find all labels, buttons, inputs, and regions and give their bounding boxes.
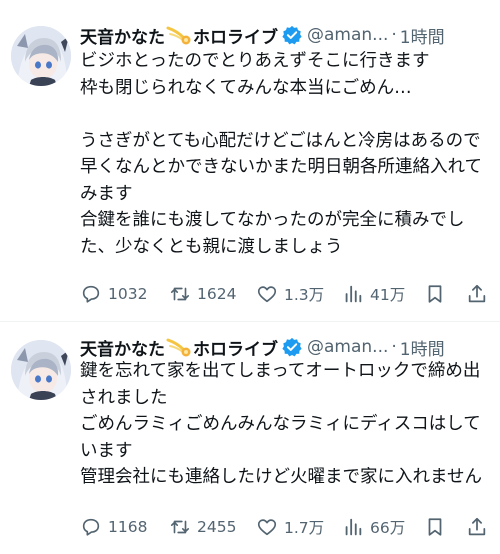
views-chart-icon	[345, 518, 362, 536]
author-name-suffix[interactable]: ホロライブ	[193, 23, 278, 48]
views-count: 66万	[370, 519, 406, 537]
bookmark-button[interactable]	[424, 514, 446, 540]
bookmark-icon	[428, 285, 442, 303]
tweet-1[interactable]: 天音かなた ホロライブ @aman... · 1時間 ビジホとったのでとりあえず…	[0, 0, 500, 322]
like-button[interactable]: 1.7万	[256, 514, 324, 540]
retweet-button[interactable]: 2455	[169, 514, 236, 540]
share-button[interactable]	[466, 514, 488, 540]
author-handle[interactable]: @aman...	[307, 337, 388, 357]
separator-dot: ·	[391, 25, 397, 45]
like-count: 1.7万	[284, 519, 325, 537]
retweet-icon	[170, 520, 190, 534]
share-icon	[468, 517, 486, 536]
bookmark-icon	[428, 518, 442, 536]
avatar-image	[11, 340, 71, 400]
author-name[interactable]: 天音かなた	[80, 335, 165, 360]
retweet-icon	[170, 287, 190, 301]
views-button[interactable]: 66万	[342, 514, 405, 540]
share-icon	[468, 284, 486, 303]
heart-icon	[257, 286, 277, 303]
tweet-header: 天音かなた ホロライブ @aman... · 1時間	[80, 334, 490, 360]
tweet-2[interactable]: 天音かなた ホロライブ @aman... · 1時間 鍵を忘れて家を出てしまって…	[0, 322, 500, 554]
verified-badge-icon	[282, 337, 302, 357]
views-button[interactable]: 41万	[342, 281, 405, 307]
reply-icon	[82, 518, 100, 536]
views-chart-icon	[345, 285, 362, 303]
avatar-image	[11, 26, 71, 86]
tweet-actions: 1168 2455 1.7万 66万	[80, 514, 492, 540]
bookmark-button[interactable]	[424, 281, 446, 307]
like-button[interactable]: 1.3万	[256, 281, 324, 307]
like-count: 1.3万	[284, 286, 325, 304]
separator-dot: ·	[391, 337, 397, 357]
reply-button[interactable]: 1168	[80, 514, 147, 540]
reply-icon	[82, 285, 100, 303]
retweet-count: 1624	[197, 285, 237, 303]
comet-emoji-icon	[166, 26, 191, 45]
tweet-text: 鍵を忘れて家を出てしまってオートロックで締め出されました ごめんラミィごめんみん…	[80, 361, 482, 487]
reply-count: 1032	[108, 285, 148, 303]
comet-emoji-icon	[166, 338, 191, 357]
heart-icon	[257, 519, 277, 536]
retweet-count: 2455	[197, 518, 237, 536]
tweet-header: 天音かなた ホロライブ @aman... · 1時間	[80, 22, 490, 48]
author-handle[interactable]: @aman...	[307, 25, 388, 45]
author-name-suffix[interactable]: ホロライブ	[193, 335, 278, 360]
retweet-button[interactable]: 1624	[169, 281, 236, 307]
timestamp[interactable]: 1時間	[400, 23, 445, 48]
tweet-actions: 1032 1624 1.3万 41万	[80, 281, 492, 307]
tweet-text: ビジホとったのでとりあえずそこに行きます 枠も閉じられなくてみんな本当にごめん……	[80, 51, 482, 257]
author-name[interactable]: 天音かなた	[80, 23, 165, 48]
share-button[interactable]	[466, 281, 488, 307]
timestamp[interactable]: 1時間	[400, 335, 445, 360]
reply-count: 1168	[108, 518, 148, 536]
avatar[interactable]	[11, 340, 71, 400]
avatar[interactable]	[11, 26, 71, 86]
reply-button[interactable]: 1032	[80, 281, 147, 307]
views-count: 41万	[370, 286, 406, 304]
verified-badge-icon	[282, 25, 302, 45]
